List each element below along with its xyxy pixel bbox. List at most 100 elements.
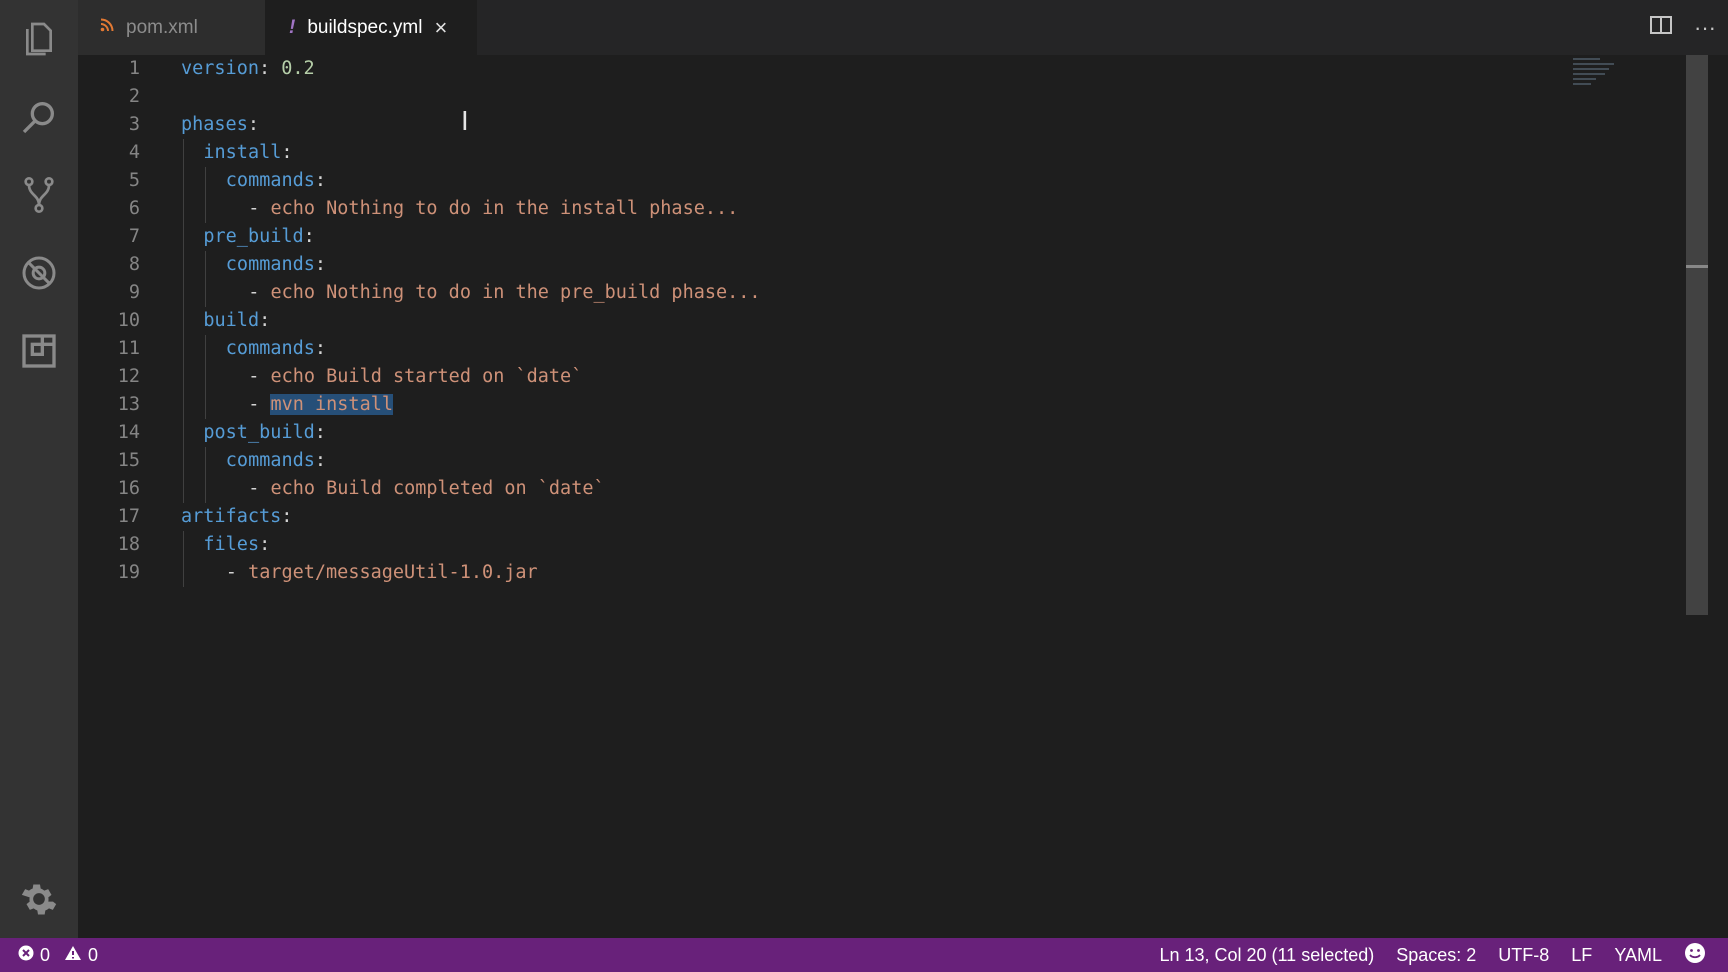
- yaml-colon: :: [259, 534, 271, 555]
- yaml-list-item: echo Nothing to do in the pre_build phas…: [270, 282, 761, 303]
- yaml-dash: -: [248, 394, 271, 415]
- yaml-colon: :: [314, 338, 327, 359]
- encoding[interactable]: UTF-8: [1498, 945, 1549, 966]
- warning-count: 0: [88, 944, 99, 965]
- yaml-dash: -: [248, 198, 271, 219]
- code-line[interactable]: artifacts:: [181, 503, 292, 531]
- editor[interactable]: 1 2 3 4 5 6 7 8 9 10 11 12 13 14 15 16 17 18 19 version: 0…: [78, 55, 1708, 938]
- code-line[interactable]: - echo Build completed on `date`: [248, 475, 604, 503]
- code-line[interactable]: commands:: [226, 251, 326, 279]
- yaml-dash: -: [248, 282, 271, 303]
- yaml-dash: -: [225, 562, 249, 583]
- line-number: 7: [128, 226, 140, 247]
- minimap[interactable]: [1573, 58, 1618, 93]
- debug-icon[interactable]: [0, 234, 78, 312]
- yaml-colon: :: [259, 310, 271, 331]
- rss-icon: [100, 18, 114, 37]
- code-line[interactable]: commands:: [226, 447, 326, 475]
- indentation[interactable]: Spaces: 2: [1396, 945, 1476, 966]
- yaml-colon: :: [281, 142, 293, 163]
- yaml-key: artifacts: [181, 506, 282, 527]
- yaml-key: files: [203, 534, 260, 555]
- line-number: 18: [117, 534, 140, 555]
- code-line[interactable]: install:: [203, 139, 292, 167]
- yaml-colon: :: [314, 450, 327, 471]
- line-number: 16: [117, 478, 140, 499]
- line-number: 19: [117, 562, 140, 583]
- code-line[interactable]: - target/messageUtil-1.0.jar: [226, 559, 538, 587]
- line-number: 6: [128, 198, 140, 219]
- line-number: 14: [117, 422, 140, 443]
- yaml-dash: -: [248, 478, 271, 499]
- yaml-dash: -: [248, 366, 271, 387]
- close-icon[interactable]: ×: [434, 15, 447, 41]
- code-line[interactable]: - mvn install: [248, 391, 393, 419]
- tab-buildspec-yml[interactable]: ! buildspec.yml ×: [265, 0, 477, 55]
- code-line[interactable]: post_build:: [203, 419, 326, 447]
- scrollbar-thumb[interactable]: [1686, 55, 1708, 615]
- yaml-key: commands: [225, 338, 315, 359]
- yaml-key: post_build: [203, 422, 315, 443]
- yaml-value: 0.2: [281, 58, 315, 79]
- indent-guide: [205, 447, 207, 503]
- yaml-list-item: echo Build completed on `date`: [270, 478, 605, 499]
- code-line[interactable]: - echo Nothing to do in the install phas…: [248, 195, 738, 223]
- feedback-smiley-icon[interactable]: [1684, 942, 1706, 969]
- code-line[interactable]: version: 0.2: [181, 55, 315, 83]
- scroll-position-marker: [1686, 265, 1708, 268]
- tab-bar: pom.xml ! buildspec.yml × ···: [78, 0, 1728, 55]
- text-cursor-icon: I: [461, 107, 469, 137]
- code-area[interactable]: version: 0.2 phases: install: commands: - ec…: [181, 55, 1628, 938]
- code-line[interactable]: commands:: [226, 335, 326, 363]
- yaml-key: version: [181, 58, 259, 79]
- tab-label: buildspec.yml: [307, 16, 423, 38]
- code-line[interactable]: pre_build:: [203, 223, 314, 251]
- scrollbar[interactable]: [1686, 55, 1708, 938]
- yaml-key: phases: [181, 114, 248, 135]
- yaml-key: install: [203, 142, 282, 163]
- line-number: 4: [128, 142, 140, 163]
- line-number: 3: [128, 114, 140, 135]
- line-number: 9: [128, 282, 140, 303]
- search-icon[interactable]: [0, 78, 78, 156]
- selected-text: mvn install: [270, 394, 393, 415]
- yaml-key: commands: [225, 450, 315, 471]
- code-line[interactable]: - echo Build started on `date`: [248, 363, 582, 391]
- explorer-icon[interactable]: [0, 0, 78, 78]
- yaml-colon: :: [247, 114, 259, 135]
- line-number: 11: [117, 338, 140, 359]
- code-line[interactable]: commands:: [226, 167, 326, 195]
- code-line[interactable]: phases:: [181, 111, 259, 139]
- yaml-key: build: [203, 310, 260, 331]
- yaml-list-item: echo Build started on `date`: [270, 366, 583, 387]
- error-icon: [18, 945, 34, 966]
- more-actions-icon[interactable]: ···: [1694, 15, 1716, 41]
- code-line[interactable]: files:: [203, 531, 270, 559]
- yaml-key: pre_build: [203, 226, 304, 247]
- gear-icon[interactable]: [0, 860, 78, 938]
- tab-label: pom.xml: [126, 16, 198, 38]
- code-line[interactable]: - echo Nothing to do in the pre_build ph…: [248, 279, 760, 307]
- problems-indicator[interactable]: 0 0: [18, 938, 98, 972]
- code-line[interactable]: build:: [203, 307, 270, 335]
- source-control-icon[interactable]: [0, 156, 78, 234]
- yaml-list-item: echo Nothing to do in the install phase.…: [270, 198, 739, 219]
- split-editor-icon[interactable]: [1650, 15, 1673, 41]
- indent-guide: [205, 167, 207, 223]
- extensions-icon[interactable]: [0, 312, 78, 390]
- indent-guide: [205, 335, 207, 419]
- language-mode[interactable]: YAML: [1614, 945, 1662, 966]
- yaml-list-item: target/messageUtil-1.0.jar: [248, 562, 538, 583]
- tab-pom-xml[interactable]: pom.xml: [78, 0, 265, 55]
- line-number: 13: [117, 394, 140, 415]
- line-number: 1: [128, 58, 140, 79]
- line-number: 5: [128, 170, 140, 191]
- line-number: 17: [117, 506, 140, 527]
- indent-guide: [183, 531, 184, 587]
- yaml-colon: :: [314, 170, 327, 191]
- cursor-position[interactable]: Ln 13, Col 20 (11 selected): [1159, 945, 1374, 966]
- yaml-file-icon: !: [289, 16, 296, 38]
- status-bar: 0 0 Ln 13, Col 20 (11 selected) Spaces: …: [0, 938, 1728, 972]
- line-ending[interactable]: LF: [1571, 945, 1592, 966]
- error-count: 0: [40, 944, 51, 965]
